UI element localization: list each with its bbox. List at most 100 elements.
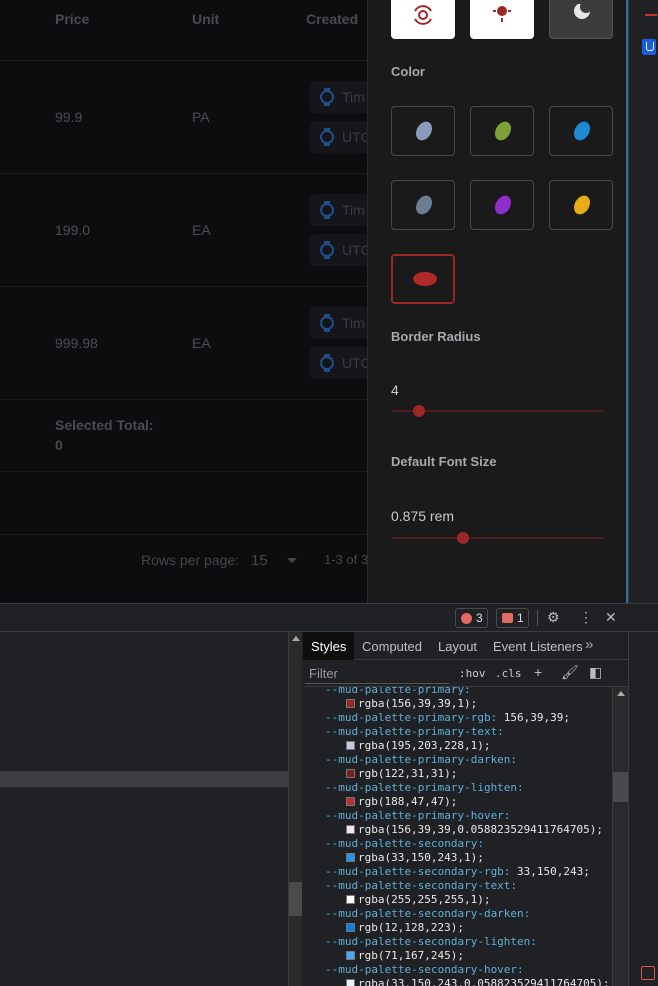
css-value: rgb(122,31,31); bbox=[358, 767, 458, 780]
css-property-line[interactable]: --mud-palette-secondary-hover: bbox=[325, 963, 524, 977]
close-icon[interactable]: ✕ bbox=[605, 609, 617, 626]
color-swatch[interactable] bbox=[549, 106, 613, 156]
font-size-slider-track[interactable] bbox=[391, 537, 603, 539]
css-value-line[interactable]: rgba(156,39,39,1); bbox=[346, 697, 477, 711]
more-options-icon[interactable]: ⋮ bbox=[579, 609, 593, 626]
unit-cell: PA bbox=[192, 109, 210, 125]
color-swatch[interactable] bbox=[470, 180, 534, 230]
css-value-line[interactable]: rgba(156,39,39,0.058823529411764705); bbox=[346, 823, 603, 837]
light-mode-button[interactable] bbox=[470, 0, 534, 39]
color-swatch-icon[interactable] bbox=[346, 951, 355, 960]
elements-scrollbar[interactable] bbox=[288, 632, 302, 986]
panel-edge bbox=[626, 0, 628, 603]
css-property-line[interactable]: --mud-palette-secondary-lighten: bbox=[325, 935, 537, 949]
color-swatch[interactable] bbox=[549, 180, 613, 230]
css-value-line[interactable]: rgb(12,128,223); bbox=[346, 921, 464, 935]
tab-computed[interactable]: Computed bbox=[362, 639, 422, 654]
filter-row: :hov .cls + 🖌 ◧ bbox=[303, 661, 628, 687]
table-row[interactable]: 199.0 EA Tim UTC bbox=[0, 174, 380, 287]
selected-node-highlight[interactable] bbox=[0, 771, 288, 787]
rows-per-page-select[interactable]: 15 bbox=[251, 552, 268, 569]
tab-layout[interactable]: Layout bbox=[438, 639, 477, 654]
color-swatch-icon[interactable] bbox=[346, 979, 355, 986]
column-header-price[interactable]: Price bbox=[55, 11, 89, 27]
chip-label: Tim bbox=[342, 89, 365, 105]
table-row[interactable]: 999.98 EA Tim UTC bbox=[0, 287, 380, 400]
color-swatch[interactable] bbox=[391, 106, 455, 156]
css-value: 156,39,39; bbox=[497, 711, 571, 724]
bitwarden-shield-icon[interactable] bbox=[642, 39, 656, 55]
color-swatch-icon[interactable] bbox=[346, 825, 355, 834]
column-header-unit[interactable]: Unit bbox=[192, 11, 219, 27]
css-value-line[interactable]: rgba(195,203,228,1); bbox=[346, 739, 490, 753]
table-row[interactable]: 99.9 PA Tim UTC bbox=[0, 61, 380, 174]
css-property-line[interactable]: --mud-palette-primary-lighten: bbox=[325, 781, 524, 795]
css-property-name: --mud-palette-primary-darken: bbox=[325, 753, 518, 766]
cls-button[interactable]: .cls bbox=[495, 667, 522, 680]
color-swatch-icon[interactable] bbox=[346, 741, 355, 750]
issues-badge[interactable]: 1 bbox=[496, 608, 529, 628]
css-property-line[interactable]: --mud-palette-primary-rgb: 156,39,39; bbox=[325, 711, 570, 725]
hov-button[interactable]: :hov bbox=[459, 667, 486, 680]
color-swatch-icon[interactable] bbox=[346, 769, 355, 778]
color-swatch-selected[interactable] bbox=[391, 254, 455, 304]
color-swatch[interactable] bbox=[391, 180, 455, 230]
more-tabs-icon[interactable]: » bbox=[585, 636, 593, 653]
scroll-thumb[interactable] bbox=[613, 772, 628, 802]
scroll-thumb[interactable] bbox=[289, 882, 302, 916]
watch-icon bbox=[320, 314, 334, 332]
toggle-sidebar-icon[interactable]: ◧ bbox=[589, 664, 602, 681]
css-value-line[interactable]: rgba(255,255,255,1); bbox=[346, 893, 490, 907]
css-property-line[interactable]: --mud-palette-secondary-darken: bbox=[325, 907, 530, 921]
scroll-up-icon[interactable] bbox=[292, 636, 300, 641]
css-property-name: --mud-palette-primary-rgb: bbox=[325, 711, 498, 724]
css-value-line[interactable]: rgba(33,150,243,0.058823529411764705); bbox=[346, 977, 610, 986]
dark-mode-button[interactable] bbox=[549, 0, 613, 39]
chevron-down-icon[interactable] bbox=[287, 558, 297, 563]
css-property-name: --mud-palette-primary-text: bbox=[325, 725, 504, 738]
price-cell: 99.9 bbox=[55, 109, 83, 125]
css-property-line[interactable]: --mud-palette-secondary: bbox=[325, 837, 484, 851]
css-value: rgb(188,47,47); bbox=[358, 795, 458, 808]
errors-badge[interactable]: 3 bbox=[455, 608, 488, 628]
gear-icon[interactable]: ⚙ bbox=[547, 609, 560, 626]
css-value-line[interactable]: rgb(122,31,31); bbox=[346, 767, 457, 781]
devtools-right-strip bbox=[628, 632, 658, 986]
page-range: 1-3 of 3 bbox=[324, 552, 369, 567]
system-mode-button[interactable] bbox=[391, 0, 455, 39]
color-swatch-icon[interactable] bbox=[346, 699, 355, 708]
css-value: rgba(195,203,228,1); bbox=[358, 739, 491, 752]
add-rule-icon[interactable]: + bbox=[534, 664, 542, 680]
paint-brush-icon[interactable]: 🖌 bbox=[561, 664, 579, 681]
css-value-line[interactable]: rgb(71,167,245); bbox=[346, 949, 464, 963]
css-property-line[interactable]: --mud-palette-primary-darken: bbox=[325, 753, 517, 767]
color-swatch-icon[interactable] bbox=[346, 797, 355, 806]
price-cell: 999.98 bbox=[55, 335, 98, 351]
moon-icon bbox=[574, 4, 592, 19]
column-header-created[interactable]: Created bbox=[306, 11, 358, 27]
scroll-up-icon[interactable] bbox=[617, 691, 625, 696]
css-property-line[interactable]: --mud-palette-primary: bbox=[325, 687, 471, 697]
css-value-line[interactable]: rgba(33,150,243,1); bbox=[346, 851, 484, 865]
css-value-line[interactable]: rgb(188,47,47); bbox=[346, 795, 457, 809]
color-swatch-icon[interactable] bbox=[346, 895, 355, 904]
color-swatch[interactable] bbox=[470, 106, 534, 156]
font-size-slider-thumb[interactable] bbox=[457, 532, 469, 544]
minus-icon[interactable] bbox=[645, 14, 657, 16]
styles-scrollbar[interactable] bbox=[612, 687, 628, 986]
css-property-line[interactable]: --mud-palette-primary-text: bbox=[325, 725, 504, 739]
chip-label: Tim bbox=[342, 202, 365, 218]
filter-input[interactable] bbox=[305, 664, 449, 684]
css-property-line[interactable]: --mud-palette-primary-hover: bbox=[325, 809, 510, 823]
css-property-line[interactable]: --mud-palette-secondary-rgb: 33,150,243; bbox=[325, 865, 590, 879]
image-broken-icon[interactable] bbox=[641, 966, 655, 980]
tab-styles[interactable]: Styles bbox=[303, 632, 355, 660]
css-property-name: --mud-palette-primary-hover: bbox=[325, 809, 511, 822]
color-swatch-icon[interactable] bbox=[346, 923, 355, 932]
color-dot bbox=[491, 118, 515, 144]
tab-event-listeners[interactable]: Event Listeners bbox=[493, 639, 583, 654]
color-swatch-icon[interactable] bbox=[346, 853, 355, 862]
css-property-line[interactable]: --mud-palette-secondary-text: bbox=[325, 879, 517, 893]
border-radius-slider-thumb[interactable] bbox=[413, 405, 425, 417]
color-dot bbox=[570, 192, 594, 218]
